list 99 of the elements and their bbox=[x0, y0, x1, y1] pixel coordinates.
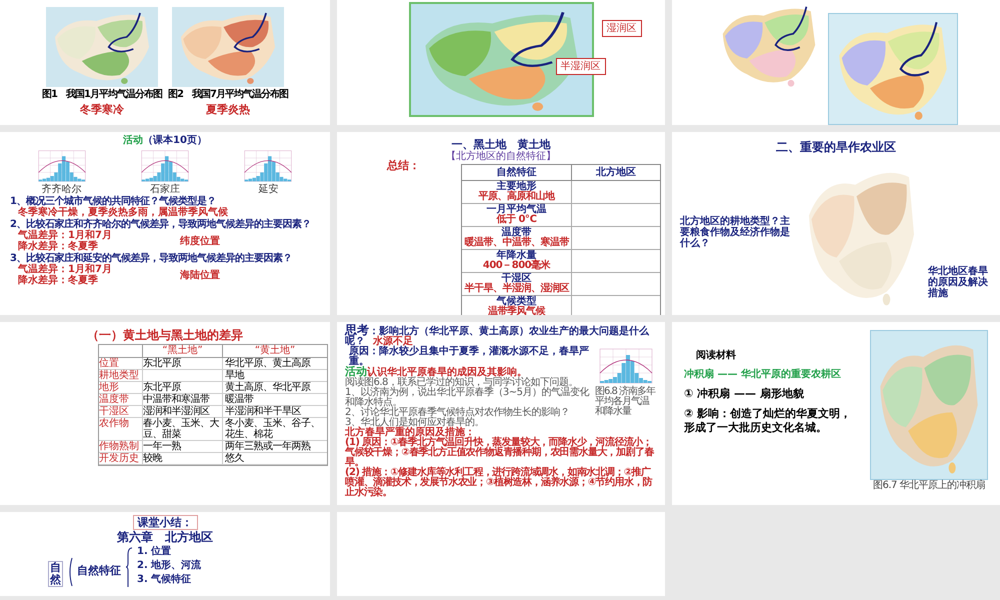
table-cell: 湿润和半湿润区 bbox=[143, 406, 223, 418]
answer-text: 气温差异：1月和7月 bbox=[18, 230, 113, 241]
slide-thumbnail[interactable]: 活动（课本10页） 齐齐哈尔 石家庄 延安 1、概况三个城市气候的共同特征？气候类型是？ 冬季寒冷干燥，夏季炎热多雨，属温带季风气候 2、比较石家庄和齐齐哈尔的气候差异，导致两地气候差异的主要因素？ 气温差异：1月和7月 降水差异：冬夏季 纬度位置 3、比较石家庄和延安的气候差异，导致两地气候差异的主要因素？ 气温差异：1月和7月 降水差异：冬夏季 海陆位置 bbox=[0, 132, 330, 315]
map-callout: 半湿润区 bbox=[556, 58, 606, 75]
point-text: ② 影响：创造了灿烂的华夏文明，形成了一大批历史文化名城。 bbox=[684, 407, 852, 435]
side-label: 自然 bbox=[48, 561, 63, 587]
row-label: 地形 bbox=[99, 382, 143, 394]
city-label: 延安 bbox=[258, 185, 278, 195]
answer-text: 降水差异：冬夏季 bbox=[18, 275, 99, 286]
row-label: 温度带 bbox=[99, 394, 143, 406]
activity-text: 活动认识华北平原春旱的成因及其影响。 bbox=[345, 367, 527, 378]
row-label: 位置 bbox=[99, 358, 143, 370]
answer-text: 平原、高原和山地 bbox=[478, 192, 554, 202]
slide-thumbnail[interactable]: 图1 我国1月平均气温分布图 冬季寒冷 图2 我国7月平均气温分布图 夏季炎热 bbox=[0, 0, 330, 125]
answer-text: 400－800毫米 bbox=[482, 261, 550, 271]
table-cell: 一年一熟 bbox=[143, 441, 223, 453]
slide-thumbnail[interactable] bbox=[337, 322, 665, 505]
slide-thumbnail[interactable]: 湿润区 半湿润区 bbox=[337, 0, 665, 125]
column-header: 北方地区 bbox=[572, 165, 660, 181]
table-cell: 黄土高原、华北平原 bbox=[223, 382, 327, 394]
slide-subtitle: 【北方地区的自然特征】 bbox=[446, 151, 556, 163]
note-text: 夏季炎热 bbox=[206, 103, 250, 117]
table-cell: 东北平原 bbox=[143, 358, 223, 370]
answer-text: 低于 0℃ bbox=[496, 215, 537, 225]
group-label: 自然特征 bbox=[77, 562, 121, 578]
city-label: 石家庄 bbox=[150, 185, 180, 195]
answer-text: 冬季寒冷干燥，夏季炎热多雨，属温带季风气候 bbox=[18, 207, 228, 218]
slide-title: （课本10页） bbox=[143, 135, 207, 146]
question-text: 3、比较石家庄和延安的气候差异，导致两地气候差异的主要因素？ bbox=[10, 253, 293, 264]
table-cell: 东北平原 bbox=[143, 382, 223, 394]
table-cell: 较晚 bbox=[143, 453, 223, 465]
chart-caption: 图6.8 济南多年平均各月气温和降水量 bbox=[595, 387, 656, 417]
reason-text: 原因：降水较少且集中于夏季，灌溉水源不足，春旱严重。 bbox=[349, 347, 590, 367]
summary-item: 3. 气候特征 bbox=[137, 573, 192, 587]
slide-title: （一）黄土地与黑土地的差异 bbox=[87, 328, 243, 342]
table-cell: 两年三熟或一年两熟 bbox=[223, 441, 327, 453]
slide-title: 二、重要的旱作农业区 bbox=[776, 140, 896, 154]
slide-title: 活动 bbox=[123, 135, 144, 146]
row-label: 开发历史 bbox=[99, 453, 143, 465]
point-text: ① 冲积扇 —— 扇形地貌 bbox=[684, 387, 805, 401]
table-cell: 华北平原、黄土高原 bbox=[223, 358, 327, 370]
instruction-text: 2、讨论华北平原春季气候特点对农作物生长的影响？ bbox=[345, 408, 570, 418]
slide-thumbnail[interactable]: 课堂小结： 第六章 北方地区 自然 自然特征 1. 位置 2. 地形、河流 3. 气候特征 bbox=[0, 512, 330, 596]
table-cell: 半湿润和半干旱区 bbox=[223, 406, 327, 418]
table-cell: 中温带和寒温带 bbox=[143, 394, 223, 406]
slide-title: 一、黑土地 黄土地 bbox=[452, 138, 550, 151]
map-callout: 湿润区 bbox=[602, 20, 642, 37]
feature-label: 气候类型 bbox=[496, 297, 536, 307]
row-label: 耕地类型 bbox=[99, 370, 143, 382]
column-header: 自然特征 bbox=[462, 165, 572, 181]
brace-icon bbox=[125, 547, 133, 587]
conclusion-title: 北方春旱严重的原因及措施： bbox=[345, 428, 475, 438]
row-label: 干湿区 bbox=[99, 406, 143, 418]
map-caption: 图2 我国7月平均气温分布图 bbox=[168, 89, 288, 101]
answer-text: 暖温带、中温带、寒温带 bbox=[464, 238, 569, 248]
table-cell: 春小麦、玉米、大豆、甜菜 bbox=[143, 418, 223, 441]
row-label: 作物熟制 bbox=[99, 441, 143, 453]
slide-title: 阅读材料 bbox=[695, 348, 737, 363]
parenthesis-icon bbox=[67, 557, 73, 587]
corner-cell bbox=[99, 345, 143, 358]
answer-text: 降水差异：冬夏季 bbox=[18, 241, 99, 252]
table-cell: 暖温带 bbox=[223, 394, 327, 406]
slide-subtitle: 冲积扇 —— 华北平原的重要农耕区 bbox=[684, 369, 842, 381]
feature-label: 一月平均气温 bbox=[486, 205, 546, 215]
answer-text: 海陆位置 bbox=[180, 270, 220, 280]
column-header: “黑土地” bbox=[143, 345, 223, 358]
map-caption: 图1 我国1月平均气温分布图 bbox=[42, 89, 162, 101]
summary-item: 2. 地形、河流 bbox=[137, 559, 202, 573]
table-cell: 旱地 bbox=[223, 370, 327, 382]
slide-thumbnail[interactable] bbox=[672, 0, 1000, 125]
note-text: 冬季寒冷 bbox=[80, 103, 124, 117]
summary-label: 课堂小结： bbox=[132, 515, 198, 530]
city-label: 齐齐哈尔 bbox=[42, 185, 82, 195]
instruction-text: 阅读图6.8，联系已学过的知识，与同学讨论如下问题。 bbox=[345, 378, 578, 388]
summary-label: 总结： bbox=[387, 158, 420, 174]
feature-label: 干湿区 bbox=[502, 274, 532, 284]
question-text: 2、比较石家庄和齐齐哈尔的气候差异，导致两地气候差异的主要因素？ bbox=[10, 219, 312, 230]
question-text: 1、概况三个城市气候的共同特征？气候类型是？ bbox=[10, 196, 216, 207]
instruction-text: 1、以济南为例，说出华北平原春季（3~5月）的气温变化和降水特点。 bbox=[345, 388, 590, 408]
row-label: 农作物 bbox=[99, 418, 143, 441]
summary-item: 1. 位置 bbox=[137, 545, 172, 559]
conclusion-text: (2) 措施：①修建水库等水利工程，进行跨流域调水，如南水北调；②推广喷灌、滴灌技术，发展节水农业；③植树造林，涵养水源；④节约用水，防止水污染。 bbox=[345, 468, 654, 498]
question-text: 北方地区的耕地类型？主要粮食作物及经济作物是什么？ bbox=[680, 216, 791, 249]
slide-thumbnail[interactable]: （一）黄土地与黑土地的差异 “黑土地” “黄土地” 位置 东北平原 华北平原、黄土高原 耕地类型 旱地 地形 东北平原 黄土高原、华北平原 温度带 中温带和寒温带 暖温带 干湿区 湿润和半湿润区 半湿润和半干旱区 农作物 春小麦、玉米、大豆、甜菜 冬小麦、玉米、谷子、花生、棉花 作物熟制 一年一熟 两年三熟或一年两熟 开发历史 较晚 悠久 bbox=[0, 322, 330, 505]
column-header: “黄土地” bbox=[223, 345, 327, 358]
slide-title: 第六章 北方地区 bbox=[117, 530, 213, 545]
question-text: 思考：影响北方（华北平原、黄土高原）农业生产的最大问题是什么呢？ 水源不足 bbox=[345, 325, 650, 347]
answer-text: 纬度位置 bbox=[180, 236, 220, 246]
instruction-text: 3、华北人们是如何应对春旱的。 bbox=[345, 418, 485, 428]
feature-label: 主要地形 bbox=[496, 182, 536, 192]
feature-label: 温度带 bbox=[502, 228, 532, 238]
answer-text: 半干旱、半湿润、湿润区 bbox=[464, 284, 569, 294]
slide-thumbnail[interactable]: 二、重要的旱作农业区 北方地区的耕地类型？主要粮食作物及经济作物是什么？ 华北地区春旱的原因及解决措施 bbox=[672, 132, 1000, 315]
map-caption: 图6.7 华北平原上的冲积扇 bbox=[872, 480, 986, 491]
question-text: 华北地区春旱的原因及解决措施 bbox=[928, 266, 989, 299]
table-cell: 冬小麦、玉米、谷子、花生、棉花 bbox=[223, 418, 327, 441]
answer-text: 气温差异：1月和7月 bbox=[18, 264, 113, 275]
slide-thumbnail[interactable]: 阅读材料 冲积扇 —— 华北平原的重要农耕区 ① 冲积扇 —— 扇形地貌 ② 影响：创造了灿烂的华夏文明，形成了一大批历史文化名城。 图6.7 华北平原上的冲积扇 bbox=[672, 322, 1000, 505]
table-cell: 悠久 bbox=[223, 453, 327, 465]
